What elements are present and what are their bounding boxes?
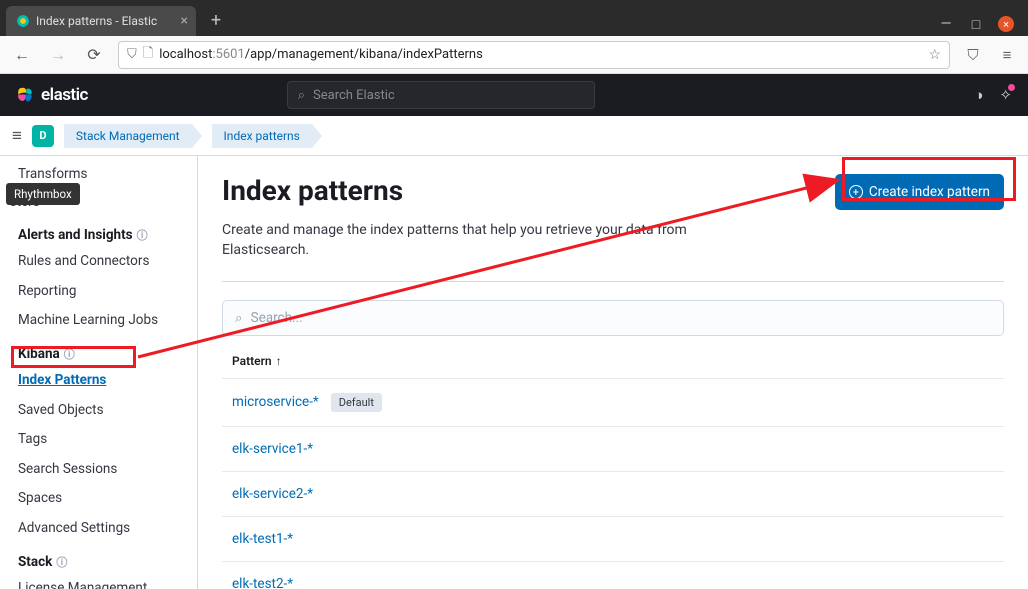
browser-toolbar: ← → ⟳ ⛉ 🗋 localhost:5601/app/management/… xyxy=(0,36,1028,74)
nav-reload-icon[interactable]: ⟳ xyxy=(82,45,106,64)
elastic-logo[interactable]: elastic xyxy=(16,85,88,105)
help-icon[interactable]: ⓘ xyxy=(137,227,148,243)
tab-title: Index patterns - Elastic xyxy=(36,14,157,28)
address-bar[interactable]: ⛉ 🗋 localhost:5601/app/management/kibana… xyxy=(118,41,950,69)
index-pattern-link[interactable]: elk-test2-* xyxy=(232,576,293,589)
window-maximize-icon[interactable]: □ xyxy=(968,16,984,32)
newsfeed-icon[interactable]: ✧ xyxy=(999,86,1012,104)
sidebar-item[interactable]: Saved Objects xyxy=(0,396,197,426)
main-content: Index patterns + Create index pattern Cr… xyxy=(198,156,1028,589)
brand-text: elastic xyxy=(41,85,88,105)
page-title: Index patterns xyxy=(222,174,403,207)
create-btn-label: Create index pattern xyxy=(869,184,990,200)
table-row: microservice-* Default xyxy=(222,378,1004,426)
window-close-icon[interactable]: × xyxy=(998,16,1014,32)
search-placeholder: Search... xyxy=(251,310,303,326)
bookmark-star-icon[interactable]: ☆ xyxy=(928,47,941,63)
breadcrumb-bar: ≡ D Stack Management Index patterns xyxy=(0,116,1028,156)
sidebar-item[interactable]: Reporting xyxy=(0,277,197,307)
index-pattern-link[interactable]: elk-service1-* xyxy=(232,441,313,457)
sidebar-item-index-patterns[interactable]: Index Patterns xyxy=(0,366,197,396)
table-row: elk-service1-* xyxy=(222,426,1004,471)
nav-back-icon[interactable]: ← xyxy=(10,45,34,65)
search-icon: ⌕ xyxy=(235,310,243,326)
window-minimize-icon[interactable]: — xyxy=(938,16,954,32)
url-path: /app/management/kibana/indexPatterns xyxy=(245,47,483,62)
help-icon[interactable]: ◑ xyxy=(974,86,983,104)
table-header-pattern[interactable]: Pattern ↑ xyxy=(222,336,1004,378)
pattern-search-input[interactable]: ⌕ Search... xyxy=(222,300,1004,336)
sidebar-group-header: Stackⓘ xyxy=(0,544,197,574)
help-icon[interactable]: ⓘ xyxy=(56,554,67,570)
index-pattern-link[interactable]: elk-service2-* xyxy=(232,486,313,502)
index-pattern-link[interactable]: elk-test1-* xyxy=(232,531,293,547)
browser-tab[interactable]: Index patterns - Elastic × xyxy=(6,6,196,36)
url-port: :5601 xyxy=(212,47,244,62)
default-badge: Default xyxy=(331,393,382,412)
plus-circle-icon: + xyxy=(849,185,863,199)
elastic-logo-icon xyxy=(16,86,34,104)
global-search[interactable]: ⌕ Search Elastic xyxy=(287,81,595,109)
sidebar-item[interactable]: Rules and Connectors xyxy=(0,247,197,277)
tab-close-icon[interactable]: × xyxy=(181,13,188,29)
browser-menu-icon[interactable]: ≡ xyxy=(996,46,1018,64)
browser-tab-strip: Index patterns - Elastic × + — □ × xyxy=(0,0,1028,36)
table-row: elk-test1-* xyxy=(222,516,1004,561)
sidebar-item[interactable]: Search Sessions xyxy=(0,455,197,485)
index-pattern-link[interactable]: microservice-* xyxy=(232,394,319,410)
elastic-favicon xyxy=(16,14,30,28)
divider xyxy=(222,281,1004,282)
help-icon[interactable]: ⓘ xyxy=(64,346,75,362)
breadcrumb-item[interactable]: Index patterns xyxy=(212,124,312,148)
nav-toggle-icon[interactable]: ≡ xyxy=(12,126,22,146)
elastic-header: elastic ⌕ Search Elastic ◑ ✧ xyxy=(0,74,1028,116)
page-description: Create and manage the index patterns tha… xyxy=(222,220,762,261)
lock-icon: 🗋 xyxy=(143,44,153,66)
nav-forward-icon[interactable]: → xyxy=(46,45,70,65)
sidebar-group-header: Alerts and Insightsⓘ xyxy=(0,217,197,247)
new-tab-button[interactable]: + xyxy=(204,8,228,32)
sidebar-item[interactable]: Tags xyxy=(0,425,197,455)
sort-asc-icon: ↑ xyxy=(276,354,282,368)
url-host: localhost xyxy=(159,47,212,62)
sidebar-item[interactable]: Advanced Settings xyxy=(0,514,197,544)
space-selector[interactable]: D xyxy=(32,125,54,147)
pocket-icon[interactable]: ⛉ xyxy=(962,46,984,64)
sidebar-item[interactable]: Spaces xyxy=(0,484,197,514)
table-row: elk-test2-* xyxy=(222,561,1004,589)
sidebar-group-header: Kibanaⓘ xyxy=(0,336,197,366)
shield-icon: ⛉ xyxy=(127,47,137,62)
breadcrumb-item[interactable]: Stack Management xyxy=(64,124,192,148)
search-placeholder: Search Elastic xyxy=(313,88,395,103)
sidebar-item[interactable]: License Management xyxy=(0,574,197,589)
sidebar-item[interactable]: Machine Learning Jobs xyxy=(0,306,197,336)
table-row: elk-service2-* xyxy=(222,471,1004,516)
search-icon: ⌕ xyxy=(298,88,305,103)
management-sidebar: Transforms Rollupsters Alerts and Insigh… xyxy=(0,156,198,589)
create-index-pattern-button[interactable]: + Create index pattern xyxy=(835,174,1004,210)
os-tooltip: Rhythmbox xyxy=(6,183,80,205)
